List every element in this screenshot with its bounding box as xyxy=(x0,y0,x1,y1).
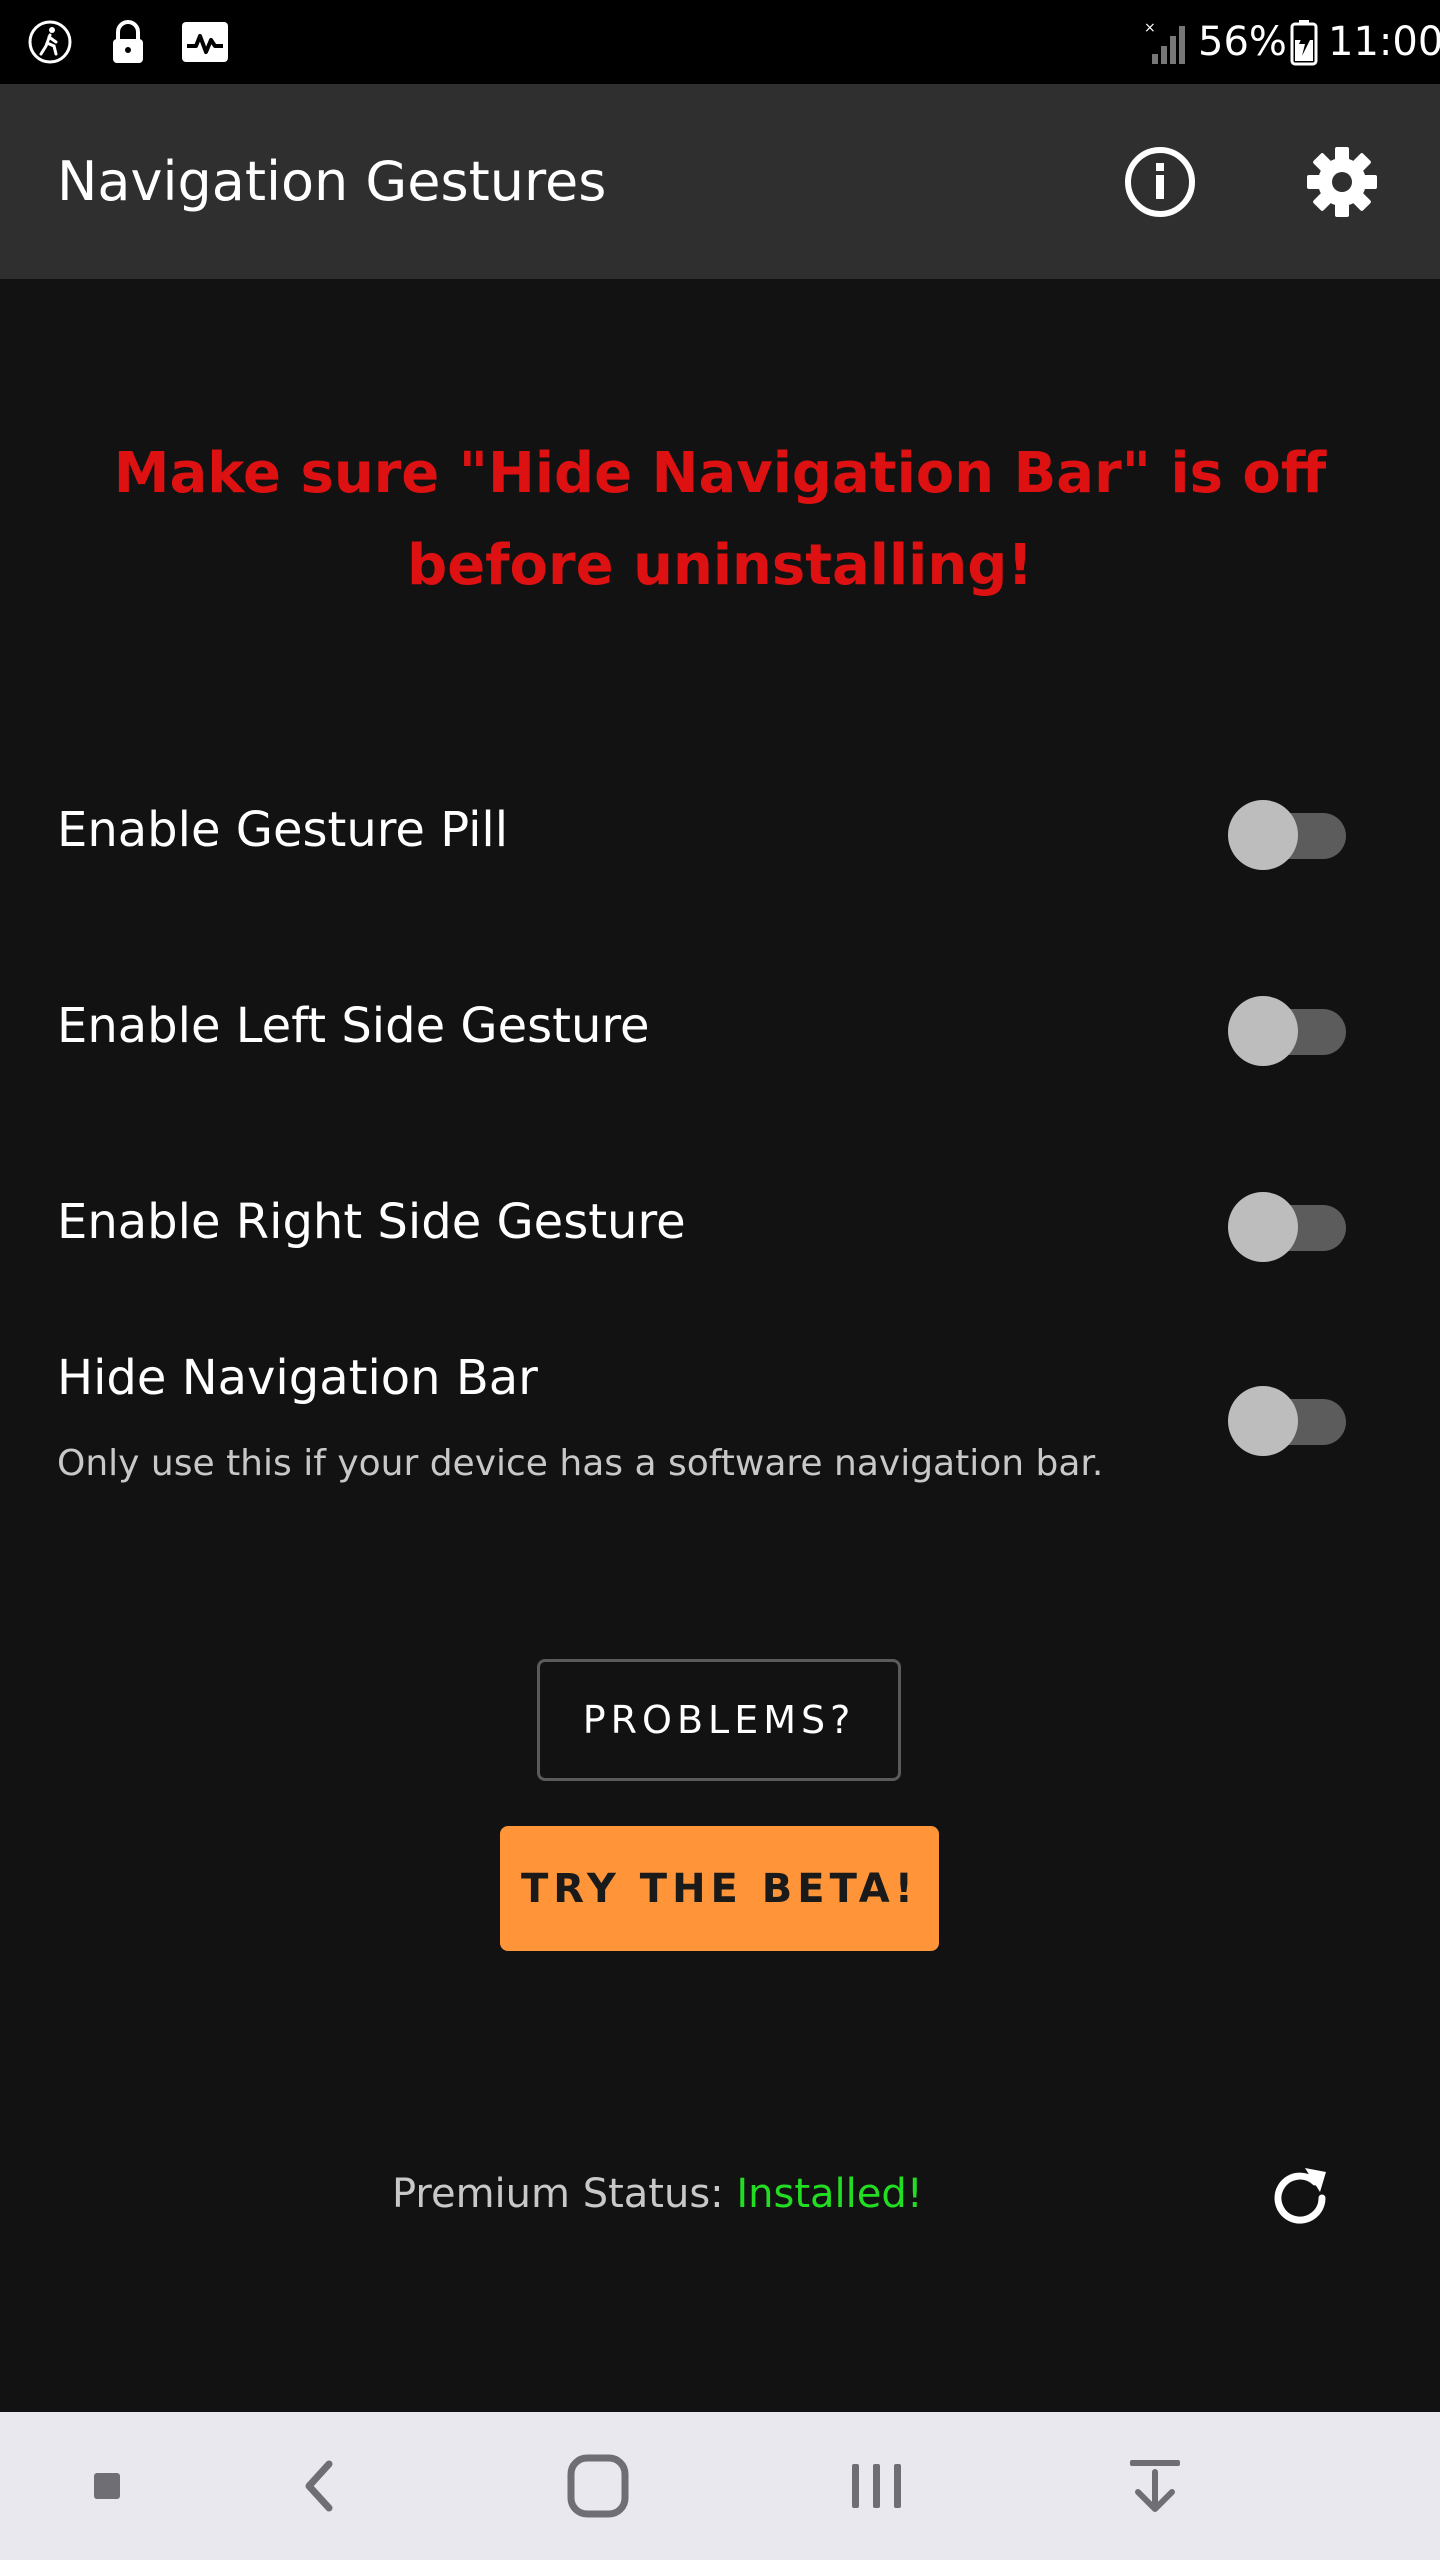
lock-icon xyxy=(113,20,143,63)
app-bar: Navigation Gestures xyxy=(0,84,1440,279)
setting-label: Hide Navigation Bar xyxy=(57,1350,538,1406)
recents-icon[interactable] xyxy=(832,2446,922,2526)
home-icon[interactable] xyxy=(553,2446,643,2526)
signal-icon: × xyxy=(1144,20,1185,64)
square-icon[interactable] xyxy=(62,2446,152,2526)
setting-label: Enable Gesture Pill xyxy=(57,802,509,858)
premium-status: Premium Status: Installed! xyxy=(392,2166,923,2222)
setting-left-side-gesture: Enable Left Side Gesture xyxy=(0,986,1440,1066)
walk-icon xyxy=(28,20,72,64)
problems-button[interactable]: PROBLEMS? xyxy=(537,1659,901,1781)
gesture-pill-toggle[interactable] xyxy=(1228,790,1348,870)
clock: 11:00 xyxy=(1328,19,1440,65)
premium-status-label: Premium Status: xyxy=(392,2171,724,2217)
setting-label: Enable Right Side Gesture xyxy=(57,1194,686,1250)
setting-description: Only use this if your device has a softw… xyxy=(57,1443,1104,1484)
setting-hide-navigation-bar: Hide Navigation Bar Only use this if you… xyxy=(0,1340,1440,1500)
right-side-gesture-toggle[interactable] xyxy=(1228,1182,1348,1262)
svg-text:×: × xyxy=(1144,20,1156,36)
try-beta-button[interactable]: TRY THE BETA! xyxy=(500,1826,939,1951)
hide-navigation-bar-toggle[interactable] xyxy=(1228,1376,1348,1456)
status-bar: × 56% 11:00 xyxy=(0,0,1440,84)
setting-label: Enable Left Side Gesture xyxy=(57,998,650,1054)
refresh-icon[interactable] xyxy=(1260,2158,1340,2238)
premium-status-value: Installed! xyxy=(736,2171,923,2217)
uninstall-warning: Make sure "Hide Navigation Bar" is off b… xyxy=(113,441,1327,598)
activity-icon xyxy=(182,22,228,62)
setting-right-side-gesture: Enable Right Side Gesture xyxy=(0,1182,1440,1262)
download-icon[interactable] xyxy=(1110,2446,1200,2526)
battery-percent: 56% xyxy=(1198,19,1287,65)
info-icon[interactable] xyxy=(1115,137,1205,227)
setting-gesture-pill: Enable Gesture Pill xyxy=(0,790,1440,870)
left-side-gesture-toggle[interactable] xyxy=(1228,986,1348,1066)
system-navigation-bar xyxy=(0,2412,1440,2560)
app-title: Navigation Gestures xyxy=(57,150,607,213)
settings-icon[interactable] xyxy=(1297,137,1387,227)
battery-charging-icon xyxy=(1290,20,1318,66)
back-icon[interactable] xyxy=(275,2446,365,2526)
